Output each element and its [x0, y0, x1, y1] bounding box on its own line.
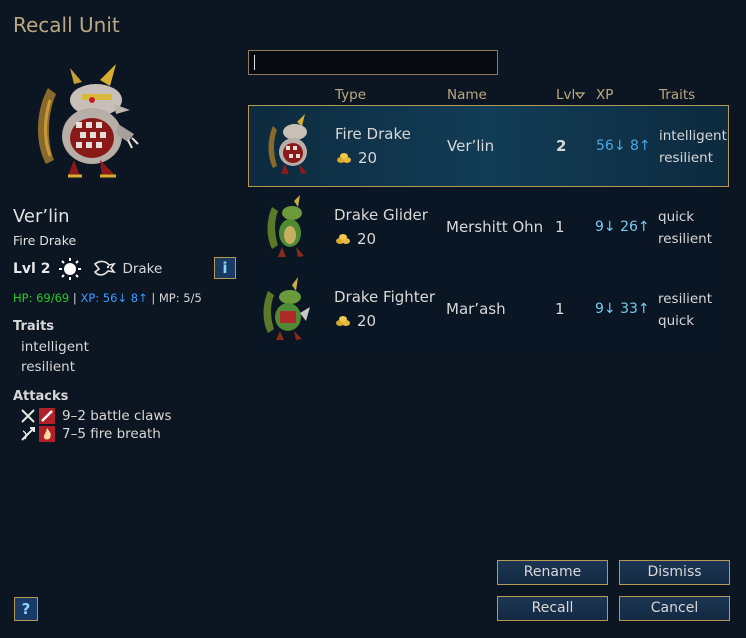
column-header-level[interactable]: Lvl	[556, 87, 586, 103]
unit-level: Lvl 2	[13, 261, 51, 277]
column-header-name[interactable]: Name	[447, 87, 487, 103]
unit-name-cell: Mar’ash	[446, 300, 506, 318]
drake-glider-thumbnail	[267, 195, 304, 257]
blade-icon	[39, 408, 55, 424]
recall-button[interactable]: Recall	[497, 596, 608, 621]
lawful-alignment-icon	[59, 258, 82, 280]
hp-stat: HP: 69/69	[13, 291, 70, 305]
trait-item: resilient	[21, 359, 75, 375]
xp-cell: 9↓ 26↑	[595, 219, 650, 235]
dismiss-button[interactable]: Dismiss	[619, 560, 730, 585]
fire-drake-thumbnail	[268, 114, 307, 174]
unit-type-cell: Drake Fighter	[334, 288, 436, 306]
column-header-traits[interactable]: Traits	[659, 87, 695, 103]
level-cell: 2	[556, 137, 567, 155]
unit-race: Drake	[122, 261, 163, 277]
column-header-xp[interactable]: XP	[596, 87, 613, 103]
cancel-button[interactable]: Cancel	[619, 596, 730, 621]
trait-cell: resilient	[658, 231, 712, 247]
cost-cell: 20	[335, 312, 376, 330]
help-button[interactable]: ?	[14, 597, 38, 621]
level-cell: 1	[555, 218, 565, 236]
fire-icon	[39, 426, 55, 442]
unit-type-cell: Drake Glider	[334, 206, 428, 224]
gold-icon	[337, 153, 351, 163]
unit-info-button[interactable]: i	[214, 257, 236, 279]
unit-type-cell: Fire Drake	[335, 125, 411, 143]
drake-fighter-thumbnail	[263, 277, 310, 340]
xp-cell: 56↓ 8↑	[596, 138, 651, 154]
gold-icon	[336, 234, 350, 244]
attack-label: 7–5 fire breath	[62, 426, 161, 442]
filter-input[interactable]	[248, 50, 498, 75]
cost-cell: 20	[336, 149, 377, 167]
attack-label: 9–2 battle claws	[62, 408, 172, 424]
level-row: Lvl 2 Drake	[13, 256, 162, 282]
trait-cell: quick	[658, 209, 695, 225]
xp-stat: XP: 56↓ 8↑	[80, 291, 148, 305]
attacks-heading: Attacks	[13, 389, 69, 404]
unit-row[interactable]: Drake Fighter 20 Mar’ash 1 9↓ 33↑ resili…	[248, 269, 729, 351]
level-cell: 1	[555, 300, 565, 318]
drake-race-icon	[94, 260, 117, 276]
melee-icon	[21, 409, 35, 423]
column-header-type[interactable]: Type	[335, 87, 366, 103]
unit-portrait	[37, 64, 139, 178]
ranged-icon	[21, 427, 35, 441]
trait-cell: quick	[658, 313, 695, 329]
unit-row-selected[interactable]: Fire Drake 20 Ver’lin 2 56↓ 8↑ intellige…	[248, 105, 729, 187]
trait-cell: resilient	[659, 150, 713, 166]
trait-item: intelligent	[21, 339, 89, 355]
dialog-title: Recall Unit	[13, 13, 120, 37]
unit-row[interactable]: Drake Glider 20 Mershitt Ohn 1 9↓ 26↑ qu…	[248, 187, 729, 269]
traits-heading: Traits	[13, 319, 55, 334]
unit-name-cell: Mershitt Ohn	[446, 218, 544, 236]
trait-cell: resilient	[658, 291, 712, 307]
gold-icon	[336, 316, 350, 326]
xp-cell: 9↓ 33↑	[595, 301, 650, 317]
unit-name-cell: Ver’lin	[447, 137, 495, 155]
unit-stats: HP: 69/69 | XP: 56↓ 8↑ | MP: 5/5	[13, 291, 202, 305]
attack-item: 7–5 fire breath	[20, 425, 161, 443]
rename-button[interactable]: Rename	[497, 560, 608, 585]
attack-item: 9–2 battle claws	[20, 407, 172, 425]
unit-name: Ver’lin	[13, 206, 70, 227]
trait-cell: intelligent	[659, 128, 727, 144]
mp-stat: MP: 5/5	[158, 291, 202, 305]
cost-cell: 20	[335, 230, 376, 248]
sort-descending-icon	[575, 92, 586, 99]
unit-type: Fire Drake	[13, 233, 77, 248]
text-cursor	[254, 55, 255, 70]
